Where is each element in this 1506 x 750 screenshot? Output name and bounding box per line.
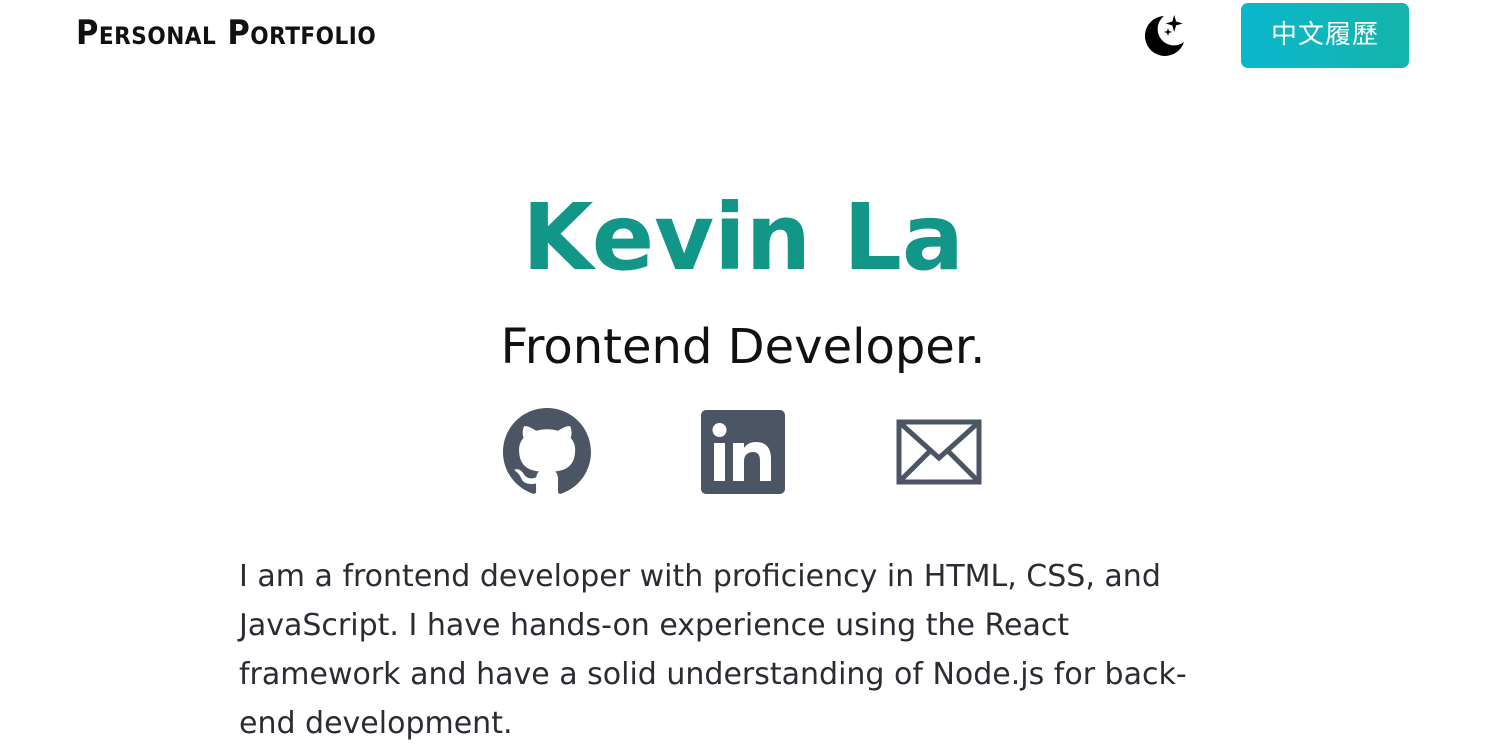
moon-stars-icon: [1144, 14, 1184, 56]
github-icon: [503, 408, 591, 494]
theme-toggle-button[interactable]: [1140, 12, 1190, 62]
linkedin-icon: [701, 410, 785, 494]
chinese-resume-button[interactable]: 中文履歷: [1241, 3, 1409, 68]
page: Personal Portfolio 中文履歷 Kevin La Fronten…: [0, 0, 1506, 750]
mail-icon: [896, 419, 982, 485]
site-brand[interactable]: Personal Portfolio: [76, 10, 376, 56]
linkedin-link[interactable]: [699, 408, 787, 496]
hero-role: Frontend Developer.: [500, 319, 986, 375]
hero-name: Kevin La: [522, 184, 964, 291]
about-paragraph: I am a frontend developer with proficien…: [239, 559, 1187, 741]
github-link[interactable]: [503, 408, 591, 496]
email-link[interactable]: [895, 408, 983, 496]
